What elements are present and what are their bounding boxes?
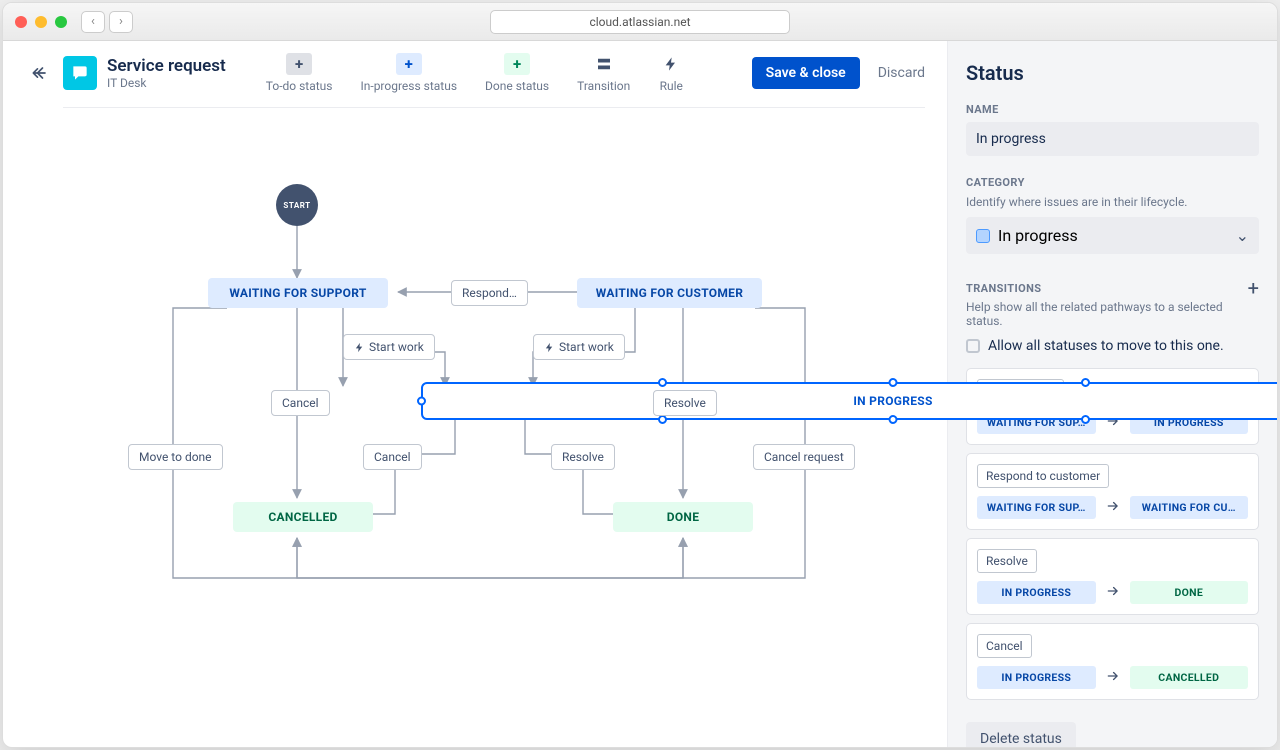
add-todo-status[interactable]: + To-do status — [266, 53, 333, 93]
transition-to: DONE — [1130, 581, 1249, 604]
transition-resolve-mid[interactable]: Resolve — [551, 444, 615, 470]
add-rule[interactable]: Rule — [658, 53, 684, 93]
maximize-window-icon[interactable] — [55, 16, 67, 28]
app-window: ‹ › cloud.atlassian.net Service request … — [2, 2, 1278, 748]
transition-name: Respond to customer — [986, 469, 1100, 483]
category-label: CATEGORY — [966, 176, 1259, 189]
workflow-title: Service request — [107, 56, 226, 76]
editor-toolbar: Service request IT Desk + To-do status +… — [3, 41, 947, 93]
add-transition[interactable]: Transition — [577, 53, 630, 93]
transition-card[interactable]: Cancel IN PROGRESS CANCELLED — [966, 623, 1259, 700]
transition-move-to-done[interactable]: Move to done — [128, 444, 223, 470]
allow-all-label: Allow all statuses to move to this one. — [988, 338, 1224, 354]
transition-name: Cancel — [986, 639, 1023, 653]
transition-to: WAITING FOR CU… — [1130, 496, 1249, 519]
project-icon — [63, 56, 97, 90]
transition-cancel-mid[interactable]: Cancel — [363, 444, 422, 470]
transition-from: IN PROGRESS — [977, 666, 1096, 689]
transition-start-work-right[interactable]: Start work — [533, 334, 625, 360]
back-browser-button[interactable]: ‹ — [81, 11, 105, 33]
workflow-canvas[interactable]: START WAITING FOR SUPPORT WAITING FOR CU… — [3, 108, 947, 747]
status-in-progress[interactable]: IN PROGRESS — [421, 382, 1277, 420]
transition-from: WAITING FOR SUP… — [977, 496, 1096, 519]
tool-items: + To-do status + In-progress status + Do… — [266, 53, 684, 93]
back-button[interactable] — [25, 58, 55, 88]
transition-cancel-left[interactable]: Cancel — [271, 390, 330, 416]
add-transition-button[interactable]: + — [1248, 276, 1259, 300]
add-inprogress-status[interactable]: + In-progress status — [360, 53, 457, 93]
save-button[interactable]: Save & close — [752, 57, 860, 89]
status-waiting-for-customer[interactable]: WAITING FOR CUSTOMER — [577, 278, 762, 308]
transition-from: IN PROGRESS — [977, 581, 1096, 604]
allow-all-checkbox[interactable]: Allow all statuses to move to this one. — [966, 338, 1259, 354]
browser-nav: ‹ › — [81, 11, 133, 33]
add-done-status[interactable]: + Done status — [485, 53, 549, 93]
discard-button[interactable]: Discard — [878, 65, 925, 81]
transition-card[interactable]: Resolve IN PROGRESS DONE — [966, 538, 1259, 615]
checkbox-icon — [966, 339, 980, 353]
status-in-progress-label: IN PROGRESS — [853, 394, 932, 408]
content: Service request IT Desk + To-do status +… — [3, 41, 1277, 747]
title-block: Service request IT Desk — [107, 56, 226, 90]
close-window-icon[interactable] — [15, 16, 27, 28]
transition-start-work-left[interactable]: Start work — [343, 334, 435, 360]
status-done[interactable]: DONE — [613, 502, 753, 532]
transition-name: Resolve — [986, 554, 1028, 568]
arrow-right-icon — [1104, 668, 1122, 687]
transition-respond[interactable]: Respond… — [451, 280, 528, 306]
name-label: NAME — [966, 103, 1259, 116]
forward-browser-button[interactable]: › — [109, 11, 133, 33]
url-bar[interactable]: cloud.atlassian.net — [490, 10, 790, 34]
status-waiting-for-support[interactable]: WAITING FOR SUPPORT — [208, 278, 388, 308]
minimize-window-icon[interactable] — [35, 16, 47, 28]
category-select[interactable]: In progress ⌄ — [966, 217, 1259, 254]
arrow-right-icon — [1104, 583, 1122, 602]
rule-icon — [354, 342, 365, 353]
category-help: Identify where issues are in their lifec… — [966, 195, 1259, 209]
project-name: IT Desk — [107, 76, 226, 90]
rule-icon — [544, 342, 555, 353]
transition-to: CANCELLED — [1130, 666, 1249, 689]
panel-title: Status — [966, 61, 1259, 85]
transitions-help: Help show all the related pathways to a … — [966, 300, 1259, 328]
start-node[interactable]: START — [276, 184, 318, 226]
titlebar: ‹ › cloud.atlassian.net — [3, 3, 1277, 41]
transitions-label: TRANSITIONS — [966, 282, 1041, 295]
status-name-input[interactable] — [966, 122, 1259, 156]
workflow-editor: Service request IT Desk + To-do status +… — [3, 41, 947, 747]
category-swatch-icon — [976, 229, 990, 243]
transition-cancel-request[interactable]: Cancel request — [753, 444, 855, 470]
chevron-down-icon: ⌄ — [1236, 226, 1249, 245]
category-value: In progress — [998, 226, 1078, 245]
arrow-right-icon — [1104, 498, 1122, 517]
transition-card[interactable]: Respond to customer WAITING FOR SUP… WAITI… — [966, 453, 1259, 530]
delete-status-button[interactable]: Delete status — [966, 722, 1076, 747]
transition-resolve-right[interactable]: Resolve — [653, 390, 717, 416]
window-controls — [15, 16, 67, 28]
edges-layer — [3, 108, 947, 747]
status-cancelled[interactable]: CANCELLED — [233, 502, 373, 532]
